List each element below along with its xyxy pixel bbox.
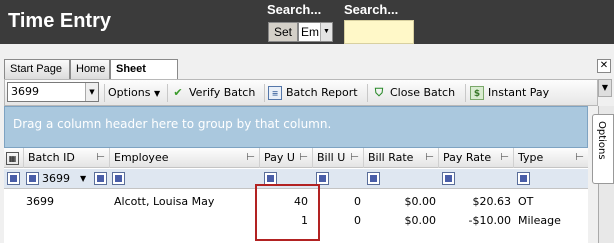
search-type-value: Em: [301, 25, 319, 39]
filter-operator-icon[interactable]: [367, 172, 380, 185]
group-by-area[interactable]: Drag a column header here to group by th…: [4, 106, 588, 148]
toolbar-overflow-button[interactable]: ▼: [598, 79, 612, 97]
tab-home[interactable]: Home: [70, 59, 110, 79]
column-label: Pay U: [264, 151, 295, 164]
column-label: Pay Rate: [443, 151, 492, 164]
chevron-down-icon: ▼: [320, 23, 332, 41]
column-header-pay-rate[interactable]: Pay Rate ⊢: [439, 148, 514, 168]
shield-check-icon: ⛉: [374, 86, 384, 99]
options-side-tab[interactable]: Options: [592, 114, 614, 184]
cell-bill-units: 0: [354, 214, 361, 227]
close-batch-label: Close Batch: [390, 86, 456, 99]
instant-pay-label: Instant Pay: [488, 86, 550, 99]
cell-bill-rate: $0.00: [404, 214, 437, 227]
cell-type: OT: [518, 195, 534, 208]
chevron-down-icon: ▼: [85, 83, 98, 101]
grid-header: ▦ Batch ID ⊢ Employee ⊢ Pay U ⊢ Bill U ⊢ Bil…: [4, 148, 588, 168]
column-label: Type: [518, 151, 544, 164]
pay-units-highlight: [255, 184, 320, 241]
column-label: Employee: [114, 151, 169, 164]
cell-type: Mileage: [518, 214, 561, 227]
column-label: Bill Rate: [368, 151, 414, 164]
cell-pay-rate: $20.63: [472, 195, 512, 208]
tab-start-page[interactable]: Start Page: [4, 59, 70, 79]
search-input[interactable]: [344, 20, 414, 44]
column-header-bill-units[interactable]: Bill U ⊢: [313, 148, 364, 168]
batch-report-label: Batch Report: [286, 86, 358, 99]
cell-bill-units: 0: [354, 195, 361, 208]
filter-operator-icon[interactable]: [112, 172, 125, 185]
verify-batch-label: Verify Batch: [189, 86, 256, 99]
filter-operator-icon[interactable]: [442, 172, 455, 185]
report-icon: ≡: [268, 86, 282, 100]
filter-operator-icon[interactable]: [26, 172, 39, 185]
column-label: Bill U: [317, 151, 346, 164]
column-header-bill-rate[interactable]: Bill Rate ⊢: [364, 148, 439, 168]
cell-pay-rate: -$10.00: [468, 214, 511, 227]
pin-icon[interactable]: ⊢: [246, 148, 255, 168]
group-by-prompt: Drag a column header here to group by th…: [13, 117, 332, 131]
toolbar-divider: [264, 84, 265, 102]
pin-icon[interactable]: ⊢: [425, 148, 434, 168]
pin-icon[interactable]: ⊢: [96, 148, 105, 168]
batch-select[interactable]: 3699 ▼: [7, 82, 99, 102]
money-icon: $: [470, 86, 484, 100]
toolbar-divider: [367, 84, 368, 102]
filter-operator-icon[interactable]: [94, 172, 107, 185]
search-label-1: Search...: [267, 2, 322, 17]
app-header: Time Entry Search... Search... Set Em ▼: [0, 0, 614, 44]
batch-report-button[interactable]: ≡ Batch Report: [268, 84, 358, 102]
options-side-tab-label: Options: [596, 121, 607, 160]
toolbar: 3699 ▼ Options ▼ ✔ Verify Batch ≡ Batch Re…: [4, 79, 598, 106]
toolbar-divider: [167, 84, 168, 102]
column-header-employee[interactable]: Employee ⊢: [110, 148, 260, 168]
search-type-select[interactable]: Em ▼: [298, 22, 333, 42]
cell-batch-id: 3699: [26, 195, 54, 208]
options-menu-button[interactable]: Options ▼: [108, 84, 160, 102]
column-header-pay-units[interactable]: Pay U ⊢: [260, 148, 313, 168]
column-chooser-icon[interactable]: ▦: [4, 148, 24, 168]
verify-batch-button[interactable]: ✔ Verify Batch: [171, 84, 255, 102]
search-label-2: Search...: [344, 2, 399, 17]
clear-filter-icon[interactable]: [7, 172, 20, 185]
set-button[interactable]: Set: [268, 22, 298, 42]
pin-icon[interactable]: ⊢: [575, 148, 584, 168]
close-tab-icon[interactable]: ✕: [597, 59, 611, 73]
column-header-batch-id[interactable]: Batch ID ⊢: [24, 148, 110, 168]
pin-icon[interactable]: ⊢: [350, 148, 359, 168]
caret-down-icon: ▼: [153, 89, 161, 98]
app-title: Time Entry: [8, 10, 111, 32]
toolbar-divider: [104, 84, 105, 102]
options-label: Options: [108, 86, 151, 99]
column-label: Batch ID: [28, 151, 75, 164]
column-header-type[interactable]: Type ⊢: [514, 148, 588, 168]
pin-icon[interactable]: ⊢: [500, 148, 509, 168]
check-icon: ✔: [173, 86, 183, 99]
tab-sheet-view[interactable]: Sheet View: [110, 59, 178, 94]
batch-filter-value[interactable]: 3699: [42, 170, 70, 188]
cell-employee: Alcott, Louisa May: [114, 195, 215, 208]
pin-icon[interactable]: ⊢: [299, 148, 308, 168]
toolbar-divider: [465, 84, 466, 102]
batch-select-value: 3699: [11, 85, 39, 98]
close-batch-button[interactable]: ⛉ Close Batch: [372, 84, 455, 102]
filter-operator-icon[interactable]: [517, 172, 530, 185]
instant-pay-button[interactable]: $ Instant Pay: [470, 84, 549, 102]
cell-bill-rate: $0.00: [404, 195, 437, 208]
chevron-down-icon[interactable]: ▼: [80, 170, 86, 188]
